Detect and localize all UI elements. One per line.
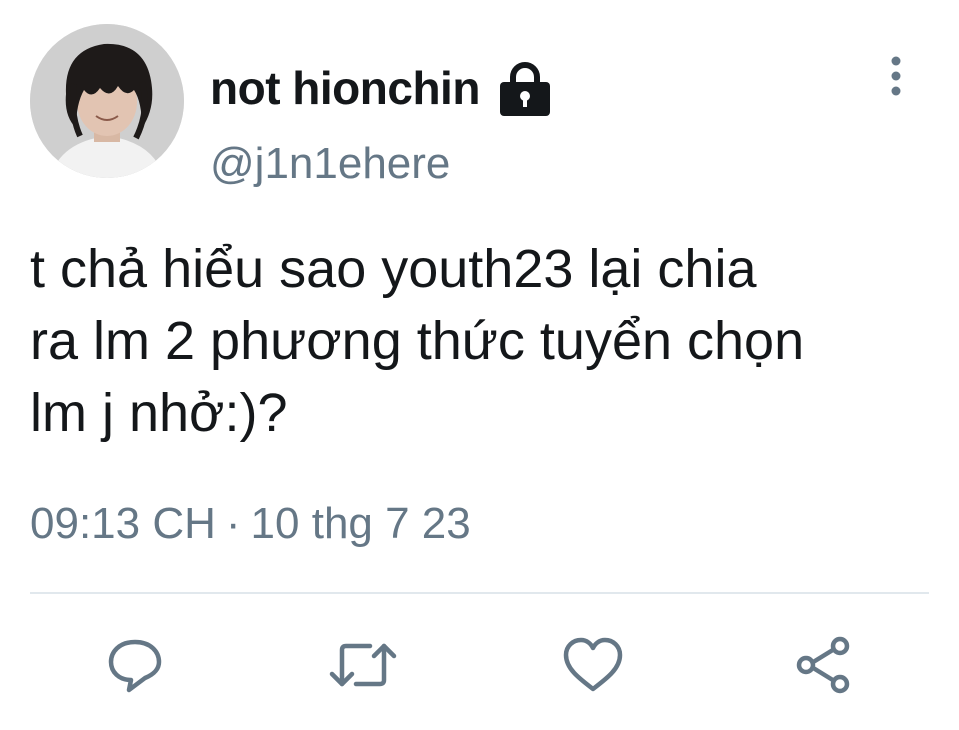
display-name[interactable]: not hionchin [210,65,480,111]
display-name-row: not hionchin [210,58,554,118]
profile-photo [30,24,184,178]
heart-icon [563,637,623,692]
share-button[interactable] [788,630,858,700]
tweet-time: 09:13 CH [30,499,216,548]
user-handle[interactable]: @j1n1ehere [210,139,450,188]
reply-button[interactable] [100,630,170,700]
tweet-actions [0,630,959,700]
divider [30,592,929,594]
tweet-text: t chả hiểu sao youth23 lại chia ra lm 2 … [30,239,805,443]
share-icon [796,636,850,694]
like-button[interactable] [558,630,628,700]
tweet-timestamp[interactable]: 09:13 CH · 10 thg 7 23 [30,499,471,548]
reply-icon [108,639,162,693]
avatar[interactable] [30,24,184,178]
lock-icon [499,62,550,116]
retweet-button[interactable] [328,630,398,700]
tweet-date: 10 thg 7 23 [250,499,471,548]
retweet-icon [329,643,397,687]
meta-separator: · [225,499,241,548]
more-vertical-icon[interactable] [884,54,908,98]
